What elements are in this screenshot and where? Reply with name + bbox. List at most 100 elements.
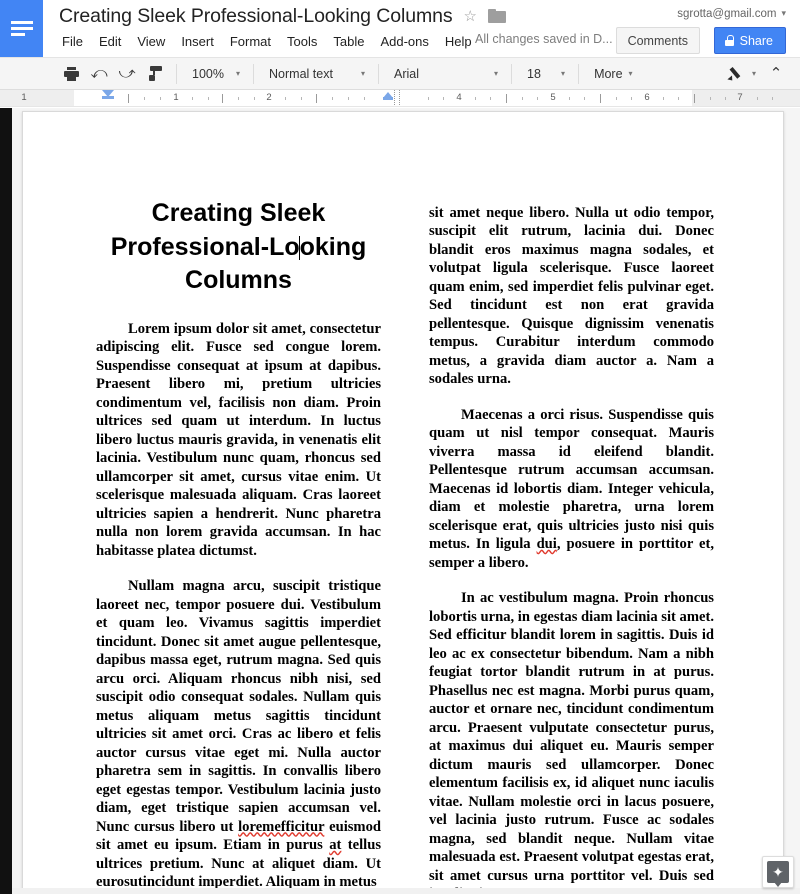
chevron-down-icon: ▾ — [781, 8, 786, 19]
printer-icon — [63, 66, 79, 81]
heading-line-3: Columns — [185, 266, 292, 294]
left-column[interactable]: Lorem ipsum dolor sit amet, consectetur … — [96, 320, 381, 894]
chevron-down-icon: ▾ — [561, 68, 566, 78]
editing-mode-dropdown[interactable]: ▾ — [719, 61, 762, 87]
ruler-label-6: 7 — [737, 92, 743, 103]
hamburger-icon — [10, 18, 33, 39]
toolbar-divider — [578, 63, 580, 84]
ruler-margin-right — [692, 90, 800, 106]
document-canvas: Creating Sleek Professional-Looking Colu… — [0, 108, 800, 894]
spellcheck-error[interactable]: at — [329, 837, 341, 853]
menu-add-ons[interactable]: Add-ons — [372, 32, 436, 51]
zoom-value: 100% — [192, 66, 224, 81]
main-menu-button[interactable] — [0, 0, 43, 57]
menu-edit[interactable]: Edit — [91, 32, 129, 51]
document-header: Creating Sleek Professional-Looking Colu… — [43, 0, 800, 57]
chevron-down-icon: ▾ — [494, 68, 499, 78]
ruler-label-5: 6 — [644, 92, 650, 103]
text-run: In ac vestibulum magna. Proin rhoncus lo… — [429, 590, 714, 894]
paragraph-style-value: Normal text — [269, 66, 333, 81]
text-run: Maecenas a orci risus. Suspendisse quis … — [429, 406, 714, 553]
comments-label: Comments — [627, 33, 688, 48]
more-options-dropdown[interactable]: More ▾ — [586, 61, 639, 87]
canvas-bottom-edge — [12, 888, 800, 894]
title-row: Creating Sleek Professional-Looking Colu… — [59, 3, 506, 29]
chevron-down-icon: ▾ — [236, 68, 241, 78]
heading-line-1: Creating Sleek — [151, 199, 326, 227]
paragraph: Maecenas a orci risus. Suspendisse quis … — [429, 406, 714, 573]
paragraph: Lorem ipsum dolor sit amet, consectetur … — [96, 320, 381, 561]
document-heading[interactable]: Creating Sleek Professional-Looking Colu… — [96, 197, 381, 298]
paint-format-button[interactable] — [141, 61, 169, 87]
toolbar-divider — [253, 63, 255, 84]
left-indent-marker[interactable] — [102, 90, 114, 99]
paragraph-style-dropdown[interactable]: Normal text ▾ — [261, 61, 371, 87]
menu-bar: File Edit View Insert Format Tools Table… — [59, 30, 480, 52]
text-run: Lorem ipsum dolor sit amet, consectetur … — [96, 320, 381, 559]
font-size-dropdown[interactable]: 18 ▾ — [519, 61, 571, 87]
menu-tools[interactable]: Tools — [279, 32, 325, 51]
explore-button[interactable]: ✦ — [762, 856, 794, 888]
toolbar-divider — [511, 63, 513, 84]
print-button[interactable] — [57, 61, 85, 87]
menu-format[interactable]: Format — [222, 32, 279, 51]
right-indent-marker[interactable] — [383, 92, 393, 100]
spellcheck-error[interactable]: loremefficitur — [238, 819, 324, 835]
chevron-down-icon: ▾ — [361, 68, 366, 78]
horizontal-ruler[interactable]: 1 1 2 4 5 6 7 — [0, 90, 800, 107]
ruler-column-left — [74, 90, 394, 106]
undo-icon: ⤺ — [90, 64, 108, 82]
menu-view[interactable]: View — [129, 32, 173, 51]
menu-insert[interactable]: Insert — [173, 32, 222, 51]
menu-help[interactable]: Help — [437, 32, 480, 51]
star-icon[interactable]: ☆ — [464, 9, 477, 24]
ruler-label-0: 1 — [21, 92, 27, 103]
menu-table[interactable]: Table — [325, 32, 372, 51]
share-button[interactable]: Share — [713, 27, 786, 54]
redo-button[interactable]: ⤻ — [113, 61, 141, 87]
text-run: sit amet neque libero. Nulla ut odio tem… — [429, 204, 714, 388]
paragraph: Nullam magna arcu, suscipit tristique la… — [96, 577, 381, 892]
undo-button[interactable]: ⤺ — [85, 61, 113, 87]
document-title[interactable]: Creating Sleek Professional-Looking Colu… — [59, 5, 453, 28]
font-size-value: 18 — [527, 66, 541, 81]
text-run: Nullam magna arcu, suscipit tristique la… — [96, 578, 381, 835]
heading-line-2b: oking — [299, 232, 367, 261]
more-label: More — [594, 66, 623, 81]
paragraph: sit amet neque libero. Nulla ut odio tem… — [429, 204, 714, 389]
comments-button[interactable]: Comments — [615, 27, 700, 54]
spellcheck-error[interactable]: dui — [537, 536, 557, 552]
pencil-icon — [727, 66, 742, 83]
account-menu[interactable]: sgrotta@gmail.com ▾ — [677, 8, 786, 20]
share-label: Share — [739, 33, 773, 48]
ruler-margin-left — [0, 90, 22, 106]
ruler-margin-left-2 — [22, 90, 74, 106]
paint-roller-icon — [148, 66, 162, 81]
chevron-down-icon: ▾ — [628, 68, 633, 78]
ruler-label-4: 5 — [550, 92, 556, 103]
formatting-toolbar: ⤺ ⤻ 100% ▾ Normal text ▾ Arial ▾ 18 ▾ Mo… — [0, 57, 800, 90]
right-column[interactable]: sit amet neque libero. Nulla ut odio tem… — [429, 204, 714, 894]
chevron-up-icon: ⌃ — [769, 65, 783, 82]
left-rail — [0, 108, 12, 894]
chevron-down-icon: ▾ — [751, 68, 756, 78]
document-page[interactable]: Creating Sleek Professional-Looking Colu… — [22, 111, 784, 894]
ruler-label-2: 2 — [266, 92, 272, 103]
font-family-value: Arial — [394, 66, 420, 81]
redo-icon: ⤻ — [118, 64, 136, 82]
collapse-toolbar-button[interactable]: ⌃ — [762, 61, 790, 87]
zoom-dropdown[interactable]: 100% ▾ — [184, 61, 246, 87]
toolbar-divider — [176, 63, 177, 84]
font-family-dropdown[interactable]: Arial ▾ — [386, 61, 504, 87]
ruler-column-gap[interactable] — [394, 90, 400, 106]
menu-file[interactable]: File — [59, 32, 91, 51]
explore-badge: ✦ — [767, 861, 789, 887]
folder-icon[interactable] — [487, 9, 506, 23]
toolbar-divider — [378, 63, 380, 84]
page-content: Creating Sleek Professional-Looking Colu… — [96, 197, 714, 894]
ruler-label-3: 4 — [456, 92, 462, 103]
account-email-label: sgrotta@gmail.com — [677, 8, 777, 20]
ruler-label-1: 1 — [173, 92, 179, 103]
paragraph: In ac vestibulum magna. Proin rhoncus lo… — [429, 589, 714, 894]
save-status: All changes saved in D... — [475, 32, 613, 46]
